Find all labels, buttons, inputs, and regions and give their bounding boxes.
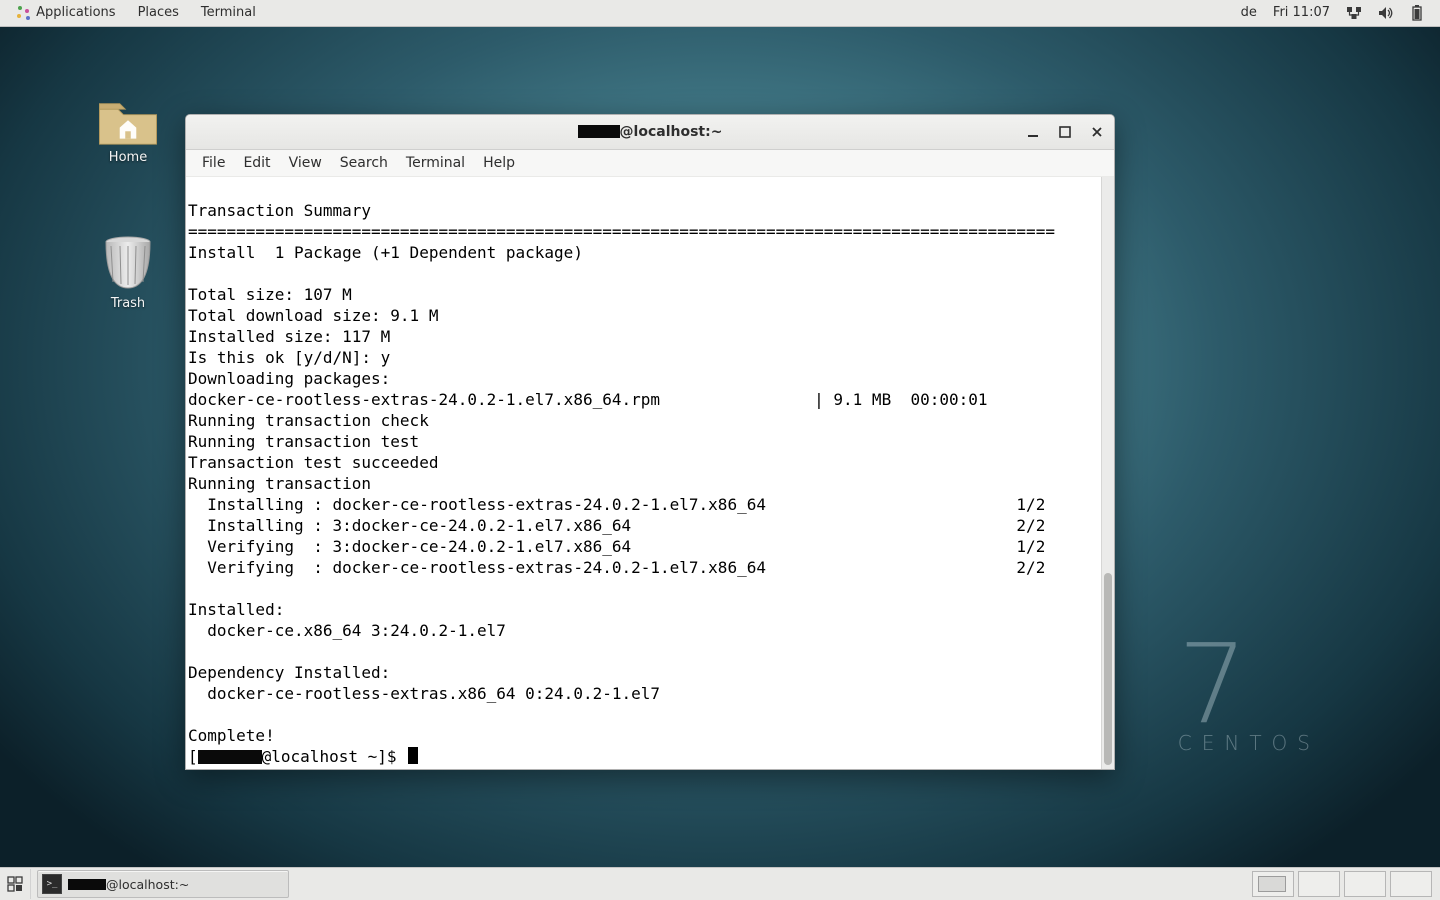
show-desktop-button[interactable]: [0, 869, 31, 899]
workspace-3[interactable]: [1344, 871, 1386, 897]
desktop-icon-label: Home: [88, 150, 168, 165]
battery-icon: [1410, 5, 1424, 21]
sound-indicator[interactable]: [1370, 0, 1402, 26]
bottom-panel: >_ @localhost:~: [0, 867, 1440, 900]
terminal-window: @localhost:~ File Edit View Search Termi…: [185, 114, 1115, 770]
terminal-body: Transaction Summary ====================…: [186, 177, 1114, 769]
menu-edit[interactable]: Edit: [235, 150, 278, 176]
menu-help[interactable]: Help: [475, 150, 523, 176]
minimize-button[interactable]: [1022, 121, 1044, 143]
menu-terminal[interactable]: Terminal: [398, 150, 473, 176]
window-controls: [1022, 115, 1108, 149]
applications-menu[interactable]: Applications: [6, 0, 126, 26]
gnome-apps-icon: [16, 6, 30, 20]
redacted-username-icon: [578, 125, 620, 138]
applications-label: Applications: [36, 5, 115, 20]
desktop-icon-trash[interactable]: Trash: [88, 222, 168, 311]
network-indicator[interactable]: [1338, 0, 1370, 26]
desktop-background: 7 CENTOS Home: [0, 26, 1440, 868]
clock[interactable]: Fri 11:07: [1265, 0, 1338, 26]
menu-file[interactable]: File: [194, 150, 233, 176]
network-icon: [1346, 6, 1362, 20]
taskbar-item-terminal[interactable]: >_ @localhost:~: [37, 870, 289, 898]
places-menu[interactable]: Places: [128, 0, 189, 26]
menu-view[interactable]: View: [281, 150, 330, 176]
maximize-button[interactable]: [1054, 121, 1076, 143]
window-title: @localhost:~: [578, 124, 723, 140]
centos-watermark: 7 CENTOS: [1178, 629, 1320, 753]
active-app-menu[interactable]: Terminal: [191, 0, 266, 26]
trash-icon: [93, 222, 163, 292]
workspace-switcher: [1252, 871, 1440, 897]
terminal-scrollbar[interactable]: [1101, 177, 1114, 769]
taskbar-item-text: @localhost:~: [106, 877, 189, 892]
battery-indicator[interactable]: [1402, 0, 1432, 26]
sound-icon: [1378, 6, 1394, 20]
terminal-output[interactable]: Transaction Summary ====================…: [186, 177, 1114, 769]
desktop-icon-label: Trash: [88, 296, 168, 311]
desktop-icon-home[interactable]: Home: [88, 76, 168, 165]
terminal-icon: >_: [42, 874, 62, 894]
taskbar-item-label: @localhost:~: [68, 877, 189, 892]
watermark-label: CENTOS: [1178, 733, 1320, 753]
keyboard-layout-indicator[interactable]: de: [1233, 0, 1265, 26]
workspace-2[interactable]: [1298, 871, 1340, 897]
workspace-1[interactable]: [1252, 871, 1294, 897]
folder-home-icon: [93, 76, 163, 146]
titlebar[interactable]: @localhost:~: [186, 115, 1114, 150]
redacted-username-icon: [68, 879, 106, 890]
watermark-seven: 7: [1178, 629, 1320, 739]
redacted-username-icon: [198, 750, 262, 764]
menu-search[interactable]: Search: [332, 150, 396, 176]
terminal-cursor: [408, 747, 418, 764]
window-title-text: @localhost:~: [620, 124, 723, 140]
close-button[interactable]: [1086, 121, 1108, 143]
top-panel: Applications Places Terminal de Fri 11:0…: [0, 0, 1440, 27]
workspace-4[interactable]: [1390, 871, 1432, 897]
show-desktop-icon: [7, 876, 23, 892]
scrollbar-thumb[interactable]: [1104, 573, 1112, 765]
terminal-menubar: File Edit View Search Terminal Help: [186, 150, 1114, 177]
